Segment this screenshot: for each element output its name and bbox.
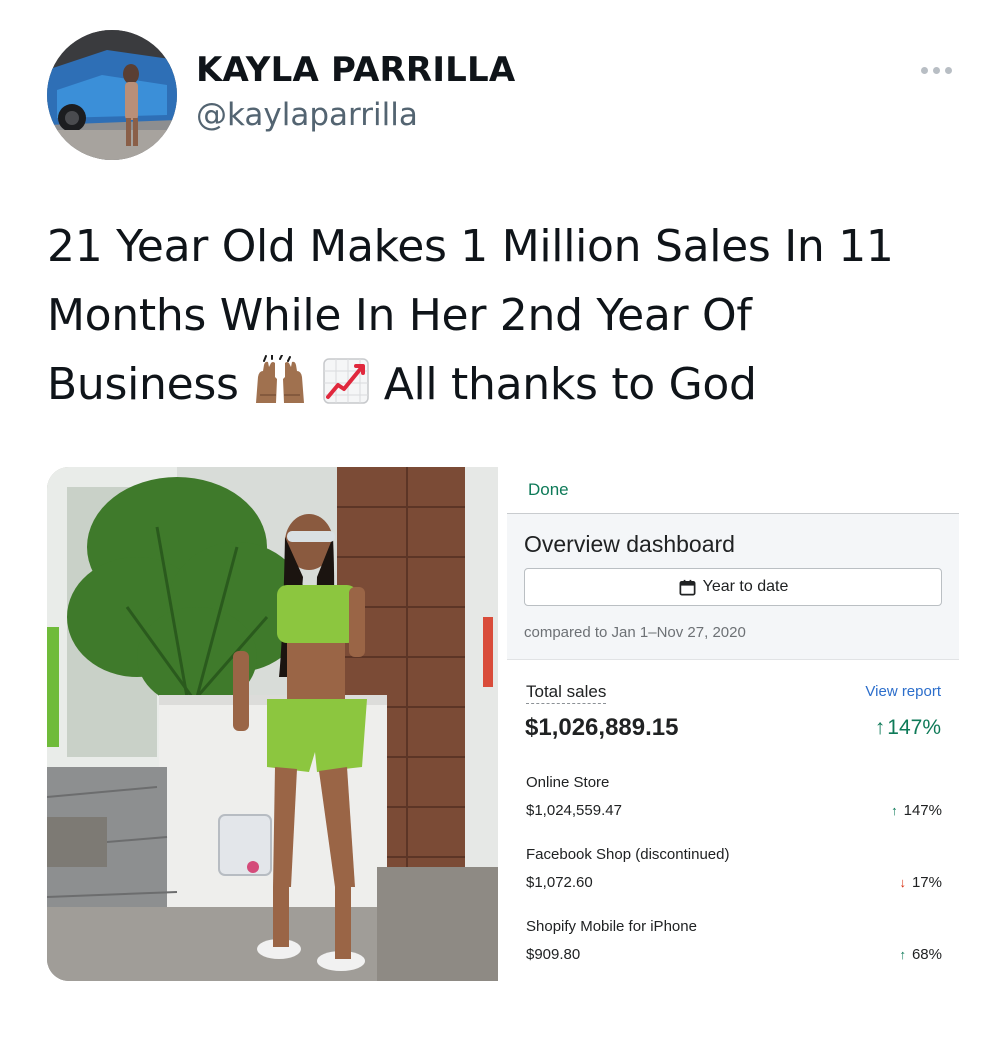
tweet-text-line: Business All thanks to God (47, 350, 967, 419)
more-dot (920, 66, 928, 74)
calendar-icon (679, 579, 696, 595)
arrow-up-icon: ↑ (891, 803, 898, 818)
tweet-text-line: 21 Year Old Makes 1 Million Sales In 11 (47, 221, 894, 272)
tweet-text-segment: All thanks to God (383, 359, 757, 410)
total-sales-label[interactable]: Total sales (526, 682, 607, 704)
photo-illustration (47, 467, 498, 981)
sales-dashboard: Done Overview dashboard Year to date com… (507, 467, 959, 981)
channel-value: $1,072.60 (526, 874, 593, 891)
channel-value: $909.80 (526, 946, 581, 963)
channel-change-value: 147% (903, 802, 942, 819)
channel-change: ↓ 17% (899, 874, 942, 891)
chart-increasing-emoji (322, 357, 370, 405)
date-range-label: Year to date (702, 578, 789, 595)
more-icon[interactable] (914, 55, 958, 85)
tweet-text: 21 Year Old Makes 1 Million Sales In 11 … (47, 212, 967, 419)
done-button[interactable]: Done (528, 480, 569, 500)
date-range-button[interactable]: Year to date (524, 568, 942, 606)
channel-change: ↑ 147% (891, 802, 942, 819)
raising-hands-emoji (252, 355, 308, 405)
overview-title: Overview dashboard (524, 531, 735, 557)
compare-text: compared to Jan 1–Nov 27, 2020 (524, 624, 746, 641)
avatar-photo (47, 30, 177, 160)
channel-change: ↑ 68% (899, 946, 942, 963)
total-sales-value: $1,026,889.15 (525, 714, 679, 741)
channel-name: Facebook Shop (discontinued) (526, 846, 730, 863)
channel-change-value: 68% (911, 946, 942, 963)
channel-name: Shopify Mobile for iPhone (526, 918, 697, 935)
channel-name: Online Store (526, 774, 610, 791)
channel-value: $1,024,559.47 (526, 802, 622, 819)
author-name[interactable]: KAYLA PARRILLA (196, 50, 515, 90)
author-handle[interactable]: @kaylaparrilla (196, 97, 418, 133)
tweet-text-segment: Business (47, 359, 239, 410)
total-change-value: 147% (887, 716, 941, 739)
arrow-down-icon: ↓ (899, 875, 906, 890)
tweet-text-line: Months While In Her 2nd Year Of (47, 290, 752, 341)
arrow-up-icon: ↑ (874, 716, 886, 739)
overview-header: Overview dashboard Year to date compared… (507, 514, 959, 660)
channel-change-value: 17% (911, 874, 942, 891)
media-photo[interactable] (47, 467, 498, 981)
arrow-up-icon: ↑ (899, 947, 906, 962)
avatar[interactable] (47, 30, 177, 160)
more-dot (944, 66, 952, 74)
more-dot (932, 66, 940, 74)
total-sales-change: ↑147% (875, 716, 941, 740)
view-report-link[interactable]: View report (865, 683, 941, 700)
